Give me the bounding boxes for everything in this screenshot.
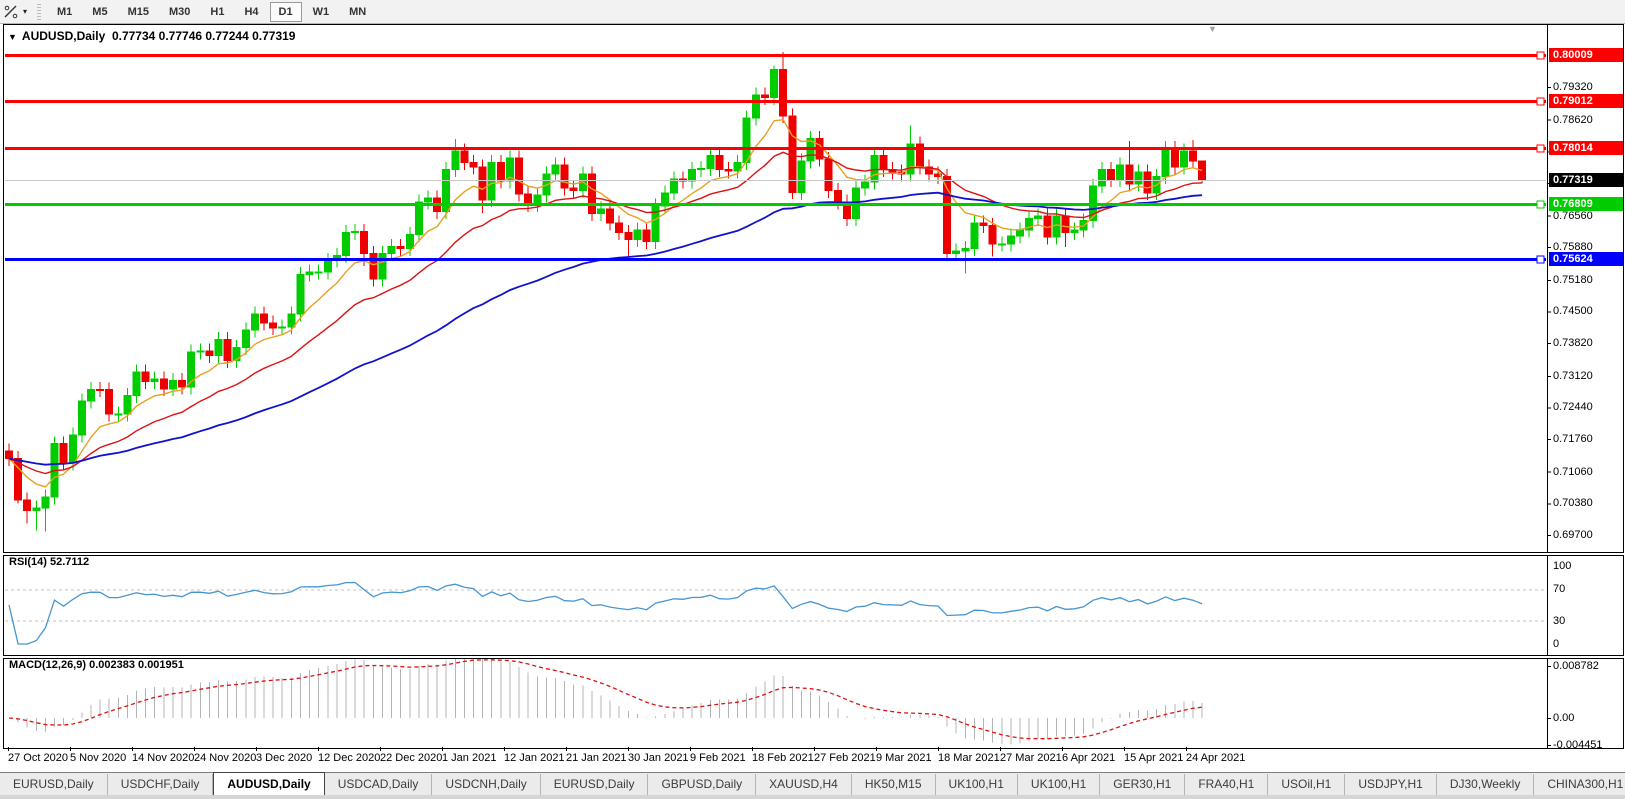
- date-tick-label: 18 Feb 2021: [752, 752, 814, 764]
- price-tick-label: 0.74500: [1553, 305, 1593, 317]
- rsi-indicator-label: RSI(14) 52.7112: [9, 556, 89, 568]
- symbol-label: AUDUSD,Daily: [22, 29, 105, 43]
- macd-axis-label: -0.004451: [1553, 739, 1603, 751]
- macd-axis-label: 0.008782: [1553, 660, 1599, 672]
- date-tick-label: 21 Jan 2021: [566, 752, 627, 764]
- price-line-badge-0.77319: 0.77319: [1549, 173, 1623, 187]
- price-tick-label: 0.72440: [1553, 401, 1593, 413]
- date-tick-label: 30 Jan 2021: [628, 752, 689, 764]
- symbol-tab-usdcnh-daily[interactable]: USDCNH,Daily: [432, 774, 540, 795]
- price-tick-label: 0.69700: [1553, 529, 1593, 541]
- rsi-axis-label-70: 70: [1553, 583, 1565, 595]
- symbol-tab-ger30-h1[interactable]: GER30,H1: [1100, 774, 1185, 795]
- timeframe-button-m30[interactable]: M30: [160, 2, 199, 22]
- date-tick-label: 27 Feb 2021: [814, 752, 876, 764]
- date-tick-label: 9 Mar 2021: [876, 752, 932, 764]
- symbol-tab-bar: EURUSD,DailyUSDCHF,DailyAUDUSD,DailyUSDC…: [0, 772, 1625, 796]
- symbol-tab-usdcad-daily[interactable]: USDCAD,Daily: [325, 774, 433, 795]
- date-tick-label: 18 Mar 2021: [938, 752, 1000, 764]
- date-tick-label: 5 Nov 2020: [70, 752, 126, 764]
- timeframe-button-h1[interactable]: H1: [201, 2, 233, 22]
- price-line-badge-0.78014: 0.78014: [1549, 141, 1623, 155]
- date-tick-label: 27 Oct 2020: [8, 752, 68, 764]
- macd-indicator-label: MACD(12,26,9) 0.002383 0.001951: [9, 659, 184, 671]
- timeframe-button-m5[interactable]: M5: [83, 2, 116, 22]
- date-tick-label: 1 Jan 2021: [442, 752, 496, 764]
- price-line-badge-0.80009: 0.80009: [1549, 48, 1623, 62]
- rsi-axis-label-30: 30: [1553, 615, 1565, 627]
- symbol-tab-dj30-weekly[interactable]: DJ30,Weekly: [1437, 774, 1534, 795]
- symbol-tab-usdchf-daily[interactable]: USDCHF,Daily: [108, 774, 214, 795]
- date-tick-label: 12 Dec 2020: [318, 752, 380, 764]
- date-tick-label: 27 Mar 2021: [1000, 752, 1062, 764]
- price-tick-label: 0.75180: [1553, 274, 1593, 286]
- price-tick-label: 0.76560: [1553, 210, 1593, 222]
- date-tick-label: 24 Apr 2021: [1186, 752, 1245, 764]
- price-line-badge-0.75624: 0.75624: [1549, 252, 1623, 266]
- timeframe-button-mn[interactable]: MN: [340, 2, 375, 22]
- macd-panel-separator[interactable]: [3, 655, 1624, 659]
- symbol-tab-xauusd-h4[interactable]: XAUUSD,H4: [756, 774, 852, 795]
- symbol-tab-fra40-h1[interactable]: FRA40,H1: [1185, 774, 1268, 795]
- window-bottom-strip: [0, 795, 1625, 799]
- chart-title: ▼ AUDUSD,Daily 0.77734 0.77746 0.77244 0.…: [8, 29, 295, 43]
- date-tick-label: 12 Jan 2021: [504, 752, 565, 764]
- rsi-panel-separator[interactable]: [3, 552, 1624, 556]
- price-tick-label: 0.70380: [1553, 497, 1593, 509]
- rsi-axis-label-100: 100: [1553, 560, 1571, 572]
- title-caret-icon[interactable]: ▼: [8, 32, 17, 42]
- symbol-tab-hk50-m15[interactable]: HK50,M15: [852, 774, 936, 795]
- date-tick-label: 9 Feb 2021: [690, 752, 746, 764]
- ohlc-values: 0.77734 0.77746 0.77244 0.77319: [112, 29, 296, 43]
- symbol-tab-eurusd-daily[interactable]: EURUSD,Daily: [0, 774, 108, 795]
- price-tick-label: 0.73120: [1553, 370, 1593, 382]
- timeframe-button-group: M1M5M15M30H1H4D1W1MN: [47, 0, 376, 23]
- tool-dropdown-caret-icon[interactable]: ▾: [23, 7, 27, 16]
- symbol-tab-uk100-h1[interactable]: UK100,H1: [1018, 774, 1100, 795]
- symbol-tab-audusd-daily[interactable]: AUDUSD,Daily: [213, 772, 324, 796]
- date-tick-label: 6 Apr 2021: [1062, 752, 1115, 764]
- symbol-tab-usdjpy-h1[interactable]: USDJPY,H1: [1345, 774, 1436, 795]
- toolbar-grip-handle[interactable]: [37, 4, 41, 20]
- timeframe-button-h4[interactable]: H4: [235, 2, 267, 22]
- timeframe-button-m1[interactable]: M1: [48, 2, 81, 22]
- price-tick-label: 0.73820: [1553, 337, 1593, 349]
- price-tick-label: 0.78620: [1553, 114, 1593, 126]
- timeframe-button-d1[interactable]: D1: [270, 2, 302, 22]
- date-tick-label: 14 Nov 2020: [132, 752, 194, 764]
- symbol-tab-eurusd-daily[interactable]: EURUSD,Daily: [541, 774, 649, 795]
- date-tick-label: 22 Dec 2020: [380, 752, 442, 764]
- symbol-tab-gbpusd-daily[interactable]: GBPUSD,Daily: [648, 774, 756, 795]
- symbol-tab-usoil-h1[interactable]: USOil,H1: [1268, 774, 1345, 795]
- date-tick-label: 15 Apr 2021: [1124, 752, 1183, 764]
- macd-axis-label: 0.00: [1553, 712, 1574, 724]
- timeframe-button-w1[interactable]: W1: [304, 2, 339, 22]
- timeframe-button-m15[interactable]: M15: [119, 2, 158, 22]
- price-line-badge-0.76809: 0.76809: [1549, 197, 1623, 211]
- symbol-tab-uk100-h1[interactable]: UK100,H1: [936, 774, 1018, 795]
- price-tick-label: 0.71760: [1553, 433, 1593, 445]
- crosshair-tool-icon[interactable]: [3, 4, 21, 20]
- rsi-axis-label-0: 0: [1553, 638, 1559, 650]
- date-tick-label: 24 Nov 2020: [194, 752, 256, 764]
- mt4-window: ▾ M1M5M15M30H1H4D1W1MN ▼ AUDUSD,Daily 0.7…: [0, 0, 1625, 799]
- price-tick-label: 0.79320: [1553, 81, 1593, 93]
- chart-shift-marker-icon[interactable]: ▼: [1208, 24, 1217, 34]
- symbol-tab-china300-h1[interactable]: CHINA300,H1: [1534, 774, 1625, 795]
- main-toolbar: ▾ M1M5M15M30H1H4D1W1MN: [0, 0, 1625, 24]
- chart-frame: [3, 24, 1624, 749]
- price-axis-divider: [1547, 24, 1548, 748]
- date-tick-label: 3 Dec 2020: [256, 752, 312, 764]
- price-line-badge-0.79012: 0.79012: [1549, 94, 1623, 108]
- price-tick-label: 0.71060: [1553, 466, 1593, 478]
